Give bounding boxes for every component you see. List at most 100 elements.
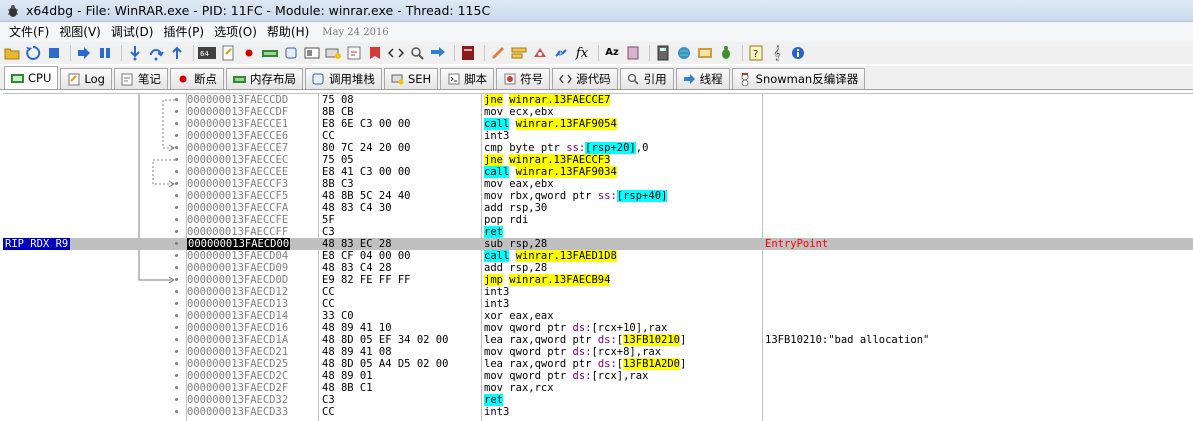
breakpoint-bullet[interactable] [175,266,178,269]
tab-symbols[interactable]: 符号 [496,68,551,89]
breakpoint-bullet[interactable] [175,362,178,365]
step-into-icon[interactable] [126,44,144,62]
breakpoint-bullet[interactable] [175,374,178,377]
disasm-row[interactable]: 000000013FAECD12 CC int3 [3,286,1193,298]
disasm-row[interactable]: 000000013FAECD1A 48 8D 05 EF 34 02 00 lea … [3,334,1193,346]
breakpoint-bullet[interactable] [175,350,178,353]
symbols-icon[interactable] [366,44,384,62]
disasm-row[interactable]: 000000013FAECD16 48 89 41 10 mov qword ptr… [3,322,1193,334]
font-icon[interactable]: Az [603,44,621,62]
callstack-icon[interactable] [303,44,321,62]
disasm-row[interactable]: 000000013FAECCF3 8B C3 mov eax,ebx [3,178,1193,190]
disasm-row[interactable]: RIP RDX R9 000000013FAECD00 48 83 EC 28 sub… [3,238,1193,250]
breakpoint-bullet[interactable] [175,242,178,245]
breakpoint-bullet[interactable] [175,314,178,317]
comments-icon[interactable] [489,44,507,62]
disasm-row[interactable]: 000000013FAECD14 33 C0 xor eax,eax [3,310,1193,322]
breakpoint-bullet[interactable] [175,122,178,125]
tab-references[interactable]: 引用 [619,68,674,89]
functions-icon[interactable]: fx [573,44,591,62]
bug-icon[interactable] [717,44,735,62]
breakpoint-bullet[interactable] [175,326,178,329]
breakpoint-bullet[interactable] [175,170,178,173]
music-icon[interactable]: 𝄞 [768,44,786,62]
restart-icon[interactable] [24,44,42,62]
breakpoint-bullet[interactable] [175,158,178,161]
disassembly-view[interactable]: 000000013FAECCDD 75 08 jne winrar.13FAECCE… [3,93,1193,421]
breakpoint-bullet[interactable] [175,278,178,281]
breakpoint-bullet[interactable] [175,98,178,101]
tab-script[interactable]: 脚本 [440,68,495,89]
disasm-row[interactable]: 000000013FAECCFF C3 ret [3,226,1193,238]
disasm-row[interactable]: 000000013FAECCFA 48 83 C4 30 add rsp,30 [3,202,1193,214]
log-icon[interactable] [219,44,237,62]
source-icon[interactable] [387,44,405,62]
disasm-row[interactable]: 000000013FAECD21 48 89 41 08 mov qword ptr… [3,346,1193,358]
disasm-row[interactable]: 000000013FAECCE6 CC int3 [3,130,1193,142]
help-icon[interactable]: ? [747,44,765,62]
breakpoint-bullet[interactable] [175,134,178,137]
memory-map-icon[interactable] [261,44,279,62]
disasm-row[interactable]: 000000013FAECCDF 8B CB mov ecx,ebx [3,106,1193,118]
info-icon[interactable] [789,44,807,62]
disasm-row[interactable]: 000000013FAECCDD 75 08 jne winrar.13FAECCE… [3,94,1193,106]
references-icon[interactable] [408,44,426,62]
breakpoint-bullet[interactable] [175,206,178,209]
disasm-row[interactable]: 000000013FAECCE7 80 7C 24 20 00 cmp byte p… [3,142,1193,154]
breakpoint-bullet[interactable] [175,338,178,341]
disasm-row[interactable]: 000000013FAECD25 48 8D 05 A4 D5 02 00 lea … [3,358,1193,370]
disasm-row[interactable]: 000000013FAECCEE E8 41 C3 00 00 call winra… [3,166,1193,178]
breakpoint-bullet[interactable] [175,410,178,413]
breakpoint-bullet[interactable] [175,182,178,185]
breakpoint-bullet[interactable] [175,230,178,233]
disasm-row[interactable]: 000000013FAECD2C 48 89 01 mov qword ptr ds… [3,370,1193,382]
disasm-row[interactable]: 000000013FAECCEC 75 05 jne winrar.13FAECCF… [3,154,1193,166]
seh-icon[interactable] [324,44,342,62]
menu-debug[interactable]: 调试(D) [106,22,159,42]
disasm-row[interactable]: 000000013FAECD09 48 83 C4 28 add rsp,28 [3,262,1193,274]
run-icon[interactable] [75,44,93,62]
breakpoint-bullet[interactable] [175,110,178,113]
disasm-row[interactable]: 000000013FAECD33 CC int3 [3,406,1193,418]
breakpoint-bullet[interactable] [175,290,178,293]
settings-icon[interactable] [696,44,714,62]
disasm-row[interactable]: 000000013FAECD13 CC int3 [3,298,1193,310]
tab-call-stack[interactable]: 调用堆栈 [304,68,382,89]
menu-plugins[interactable]: 插件(P) [158,22,209,42]
globe-icon[interactable] [675,44,693,62]
breakpoint-bullet[interactable] [175,194,178,197]
execute-till-return-icon[interactable] [168,44,186,62]
disasm-row[interactable]: 000000013FAECD0D E9 82 FE FF FF jmp winrar… [3,274,1193,286]
calculator2-icon[interactable] [654,44,672,62]
link-icon[interactable] [552,44,570,62]
patch-icon[interactable] [459,44,477,62]
tab-seh[interactable]: SEH [383,68,439,89]
bookmarks-icon[interactable] [531,44,549,62]
tab-breakpoints[interactable]: 断点 [169,68,224,89]
tab-memory-map[interactable]: 内存布局 [225,68,303,89]
breakpoint-bullet[interactable] [175,398,178,401]
disasm-row[interactable]: 000000013FAECCE1 E8 6E C3 00 00 call winra… [3,118,1193,130]
step-over-icon[interactable] [147,44,165,62]
handles-icon[interactable] [282,44,300,62]
script-icon[interactable] [345,44,363,62]
breakpoint-bullet[interactable] [175,254,178,257]
disasm-row[interactable]: 000000013FAECD32 C3 ret [3,394,1193,406]
tab-source[interactable]: 源代码 [552,68,618,89]
open-icon[interactable] [3,44,21,62]
disasm-row[interactable]: 000000013FAECD04 E8 CF 04 00 00 call winra… [3,250,1193,262]
tab-cpu[interactable]: CPU [4,66,59,89]
tab-snowman[interactable]: Snowman反编译器 [731,68,866,89]
menu-view[interactable]: 视图(V) [54,22,106,42]
cpu-mode-icon[interactable]: 64 [198,44,216,62]
menu-help[interactable]: 帮助(H) [262,22,314,42]
breakpoint-bullet[interactable] [175,146,178,149]
threads-icon[interactable] [429,44,447,62]
breakpoint-bullet[interactable] [175,302,178,305]
tab-threads[interactable]: 线程 [675,68,730,89]
labels-icon[interactable] [510,44,528,62]
disasm-row[interactable]: 000000013FAECD2F 48 8B C1 mov rax,rcx [3,382,1193,394]
menu-file[interactable]: 文件(F) [4,22,54,42]
menu-options[interactable]: 选项(O) [209,22,262,42]
disasm-row[interactable]: 000000013FAECCFE 5F pop rdi [3,214,1193,226]
